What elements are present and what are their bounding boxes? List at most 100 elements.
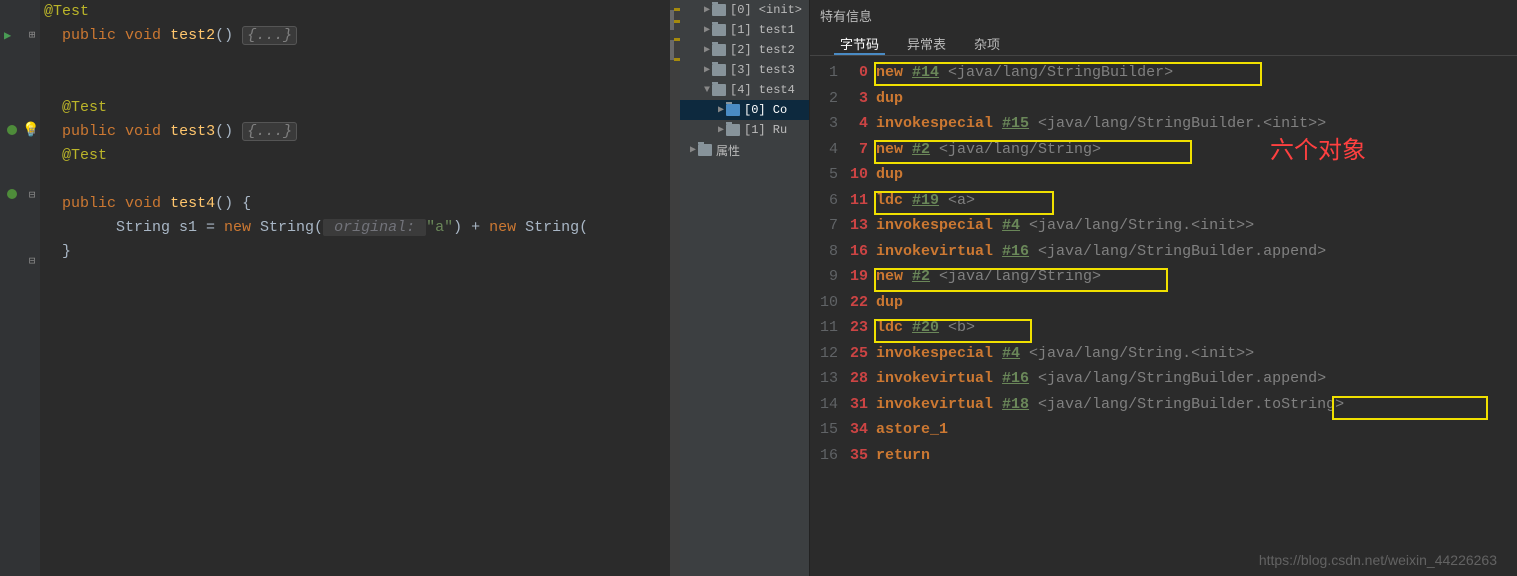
code-line[interactable]: @Test: [44, 144, 680, 168]
tree-item[interactable]: ▶[1] Ru: [680, 120, 809, 140]
tree-arrow-icon[interactable]: ▶: [702, 44, 712, 56]
bytecode-instruction: invokevirtual #18 <java/lang/StringBuild…: [876, 392, 1344, 418]
bytecode-line[interactable]: 611ldc #19 <a>: [810, 188, 1517, 214]
code-line[interactable]: }: [44, 240, 680, 264]
line-number: 2: [810, 86, 846, 112]
folded-region[interactable]: {...}: [242, 26, 297, 45]
bytecode-line[interactable]: 1534astore_1: [810, 417, 1517, 443]
bytecode-line[interactable]: 1328invokevirtual #16 <java/lang/StringB…: [810, 366, 1517, 392]
bytecode-tabs: 字节码 异常表 杂项: [810, 30, 1517, 56]
tree-item-label: [0] Co: [744, 103, 787, 117]
code-line[interactable]: public void test2() {...}: [44, 24, 680, 48]
tree-item[interactable]: ▶ [0] <init>: [680, 0, 809, 20]
tree-item-label: [0] <init>: [730, 3, 802, 17]
bytecode-offset: 7: [846, 137, 876, 163]
code-line[interactable]: public void test4() {: [44, 192, 680, 216]
folder-icon: [712, 44, 726, 56]
bytecode-pane: 特有信息 字节码 异常表 杂项 10new #14 <java/lang/Str…: [810, 0, 1517, 576]
tree-item[interactable]: ▶ [3] test3: [680, 60, 809, 80]
bytecode-line[interactable]: 1225invokespecial #4 <java/lang/String.<…: [810, 341, 1517, 367]
watermark: https://blog.csdn.net/weixin_44226263: [1259, 552, 1497, 568]
tab-exceptions[interactable]: 异常表: [901, 30, 952, 55]
bytecode-instruction: dup: [876, 290, 903, 316]
line-number: 1: [810, 60, 846, 86]
folder-icon: [712, 64, 726, 76]
tree-item-label: [3] test3: [730, 63, 795, 77]
bytecode-instruction: ldc #19 <a>: [876, 188, 975, 214]
minimap[interactable]: [670, 0, 680, 576]
tree-arrow-icon[interactable]: ▶: [702, 24, 712, 36]
tree-arrow-icon[interactable]: ▶: [716, 104, 726, 116]
folder-icon: [712, 24, 726, 36]
bytecode-line[interactable]: 713invokespecial #4 <java/lang/String.<i…: [810, 213, 1517, 239]
line-number: 9: [810, 264, 846, 290]
bytecode-line[interactable]: 919new #2 <java/lang/String>: [810, 264, 1517, 290]
tree-item[interactable]: ▶[2] test2: [680, 40, 809, 60]
editor-gutter: ▶ ⊞ 💡 ⊞ ⊟ ⊟: [0, 0, 40, 576]
editor-pane: ▶ ⊞ 💡 ⊞ ⊟ ⊟ @Test public void test2() {.…: [0, 0, 680, 576]
tree-arrow-icon[interactable]: ▶: [716, 124, 726, 136]
line-number: 12: [810, 341, 846, 367]
code-line[interactable]: String s1 = new String( original: "a") +…: [44, 216, 680, 240]
bytecode-line[interactable]: 23dup: [810, 86, 1517, 112]
bytecode-line[interactable]: 1431invokevirtual #18 <java/lang/StringB…: [810, 392, 1517, 418]
tree-item[interactable]: ▶ [0] Co: [680, 100, 809, 120]
bytecode-offset: 16: [846, 239, 876, 265]
bytecode-instruction: dup: [876, 86, 903, 112]
bytecode-offset: 10: [846, 162, 876, 188]
tree-item[interactable]: ▶[1] test1: [680, 20, 809, 40]
tree-arrow-icon[interactable]: ▼: [702, 85, 712, 96]
line-number: 6: [810, 188, 846, 214]
bytecode-line[interactable]: 10new #14 <java/lang/StringBuilder>: [810, 60, 1517, 86]
bytecode-offset: 23: [846, 315, 876, 341]
override-icon[interactable]: [6, 188, 18, 200]
bytecode-line[interactable]: 47new #2 <java/lang/String>: [810, 137, 1517, 163]
folder-icon: [698, 144, 712, 156]
folder-icon: [712, 4, 726, 16]
bytecode-instruction: new #2 <java/lang/String>: [876, 264, 1101, 290]
folded-region[interactable]: {...}: [242, 122, 297, 141]
bytecode-line[interactable]: 1022dup: [810, 290, 1517, 316]
tree-arrow-icon[interactable]: ▶: [688, 144, 698, 156]
fold-collapse-icon[interactable]: ⊟: [26, 190, 38, 202]
bytecode-offset: 4: [846, 111, 876, 137]
tree-pane: ▶[0] <init>▶[1] test1▶[2] test2▶[3] test…: [680, 0, 810, 576]
run-icon[interactable]: ▶: [4, 28, 22, 46]
bytecode-line[interactable]: 1635return: [810, 443, 1517, 469]
code-line[interactable]: public void test3() {...}: [44, 120, 680, 144]
bytecode-offset: 11: [846, 188, 876, 214]
bytecode-instruction: invokevirtual #16 <java/lang/StringBuild…: [876, 239, 1326, 265]
tab-bytecode[interactable]: 字节码: [834, 30, 885, 55]
code-line[interactable]: @Test: [44, 96, 680, 120]
tree-arrow-icon[interactable]: ▶: [702, 64, 712, 76]
override-icon[interactable]: [6, 124, 18, 136]
bytecode-line[interactable]: 510dup: [810, 162, 1517, 188]
bytecode-line[interactable]: 34invokespecial #15 <java/lang/StringBui…: [810, 111, 1517, 137]
tree-item[interactable]: ▶属性: [680, 140, 809, 160]
line-number: 5: [810, 162, 846, 188]
bytecode-offset: 28: [846, 366, 876, 392]
tree-item[interactable]: ▼[4] test4: [680, 80, 809, 100]
tab-misc[interactable]: 杂项: [968, 30, 1006, 55]
bytecode-header: 特有信息: [810, 0, 1517, 30]
bytecode-offset: 0: [846, 60, 876, 86]
tree-arrow-icon[interactable]: ▶: [702, 4, 712, 16]
fold-expand-icon[interactable]: ⊞: [26, 126, 38, 138]
bytecode-line[interactable]: 816invokevirtual #16 <java/lang/StringBu…: [810, 239, 1517, 265]
fold-expand-icon[interactable]: ⊞: [26, 30, 38, 42]
code-line[interactable]: @Test: [44, 0, 680, 24]
fold-end-icon[interactable]: ⊟: [26, 256, 38, 268]
code-area[interactable]: @Test public void test2() {...} @Test pu…: [0, 0, 680, 264]
bytecode-offset: 25: [846, 341, 876, 367]
bytecode-offset: 22: [846, 290, 876, 316]
bytecode-offset: 13: [846, 213, 876, 239]
bytecode-instruction: return: [876, 443, 930, 469]
line-number: 15: [810, 417, 846, 443]
bytecode-code[interactable]: 10new #14 <java/lang/StringBuilder>23dup…: [810, 56, 1517, 468]
line-number: 13: [810, 366, 846, 392]
line-number: 8: [810, 239, 846, 265]
bytecode-line[interactable]: 1123ldc #20 <b>: [810, 315, 1517, 341]
bytecode-instruction: new #2 <java/lang/String>: [876, 137, 1101, 163]
bytecode-instruction: invokespecial #4 <java/lang/String.<init…: [876, 341, 1254, 367]
bytecode-offset: 31: [846, 392, 876, 418]
